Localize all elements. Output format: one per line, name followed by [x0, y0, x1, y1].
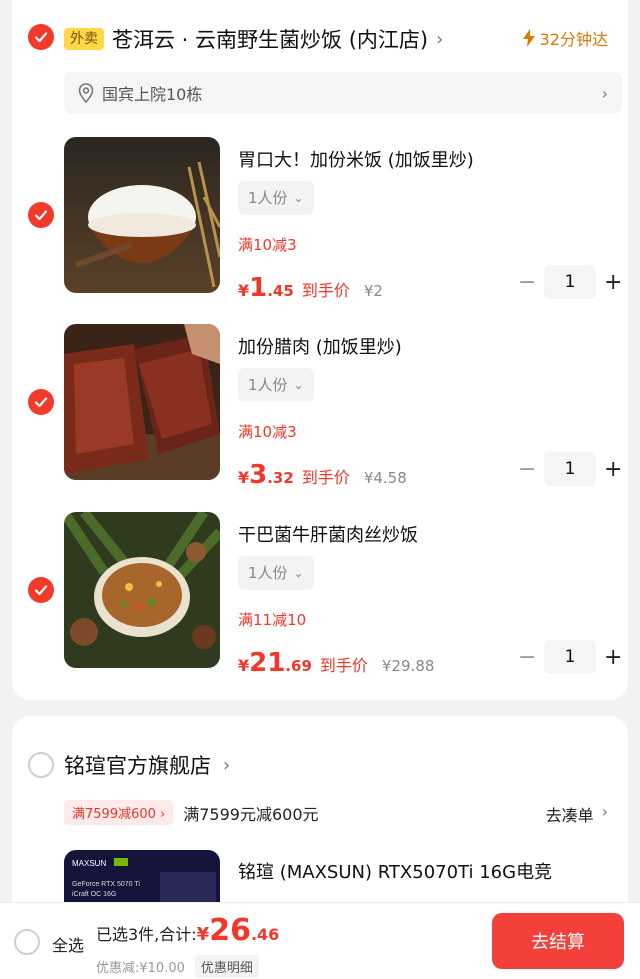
chevron-down-icon: ⌄: [293, 566, 304, 580]
item-name[interactable]: 干巴菌牛肝菌肉丝炒饭: [238, 521, 418, 547]
store-promo-badge[interactable]: 满7599减600 ›: [64, 800, 174, 825]
price-row: ¥3.32 到手价 ¥4.58: [238, 460, 407, 490]
store-checkbox-unchecked[interactable]: [28, 752, 54, 778]
quantity-value[interactable]: 1: [544, 265, 596, 299]
gpu-line1: GeForce RTX 5070 Ti: [72, 881, 140, 888]
price-integer: 1: [249, 273, 268, 303]
chevron-right-icon: ›: [601, 83, 608, 103]
original-price: ¥29.88: [381, 657, 435, 675]
spec-selector[interactable]: 1人份 ⌄: [238, 556, 314, 590]
price-symbol: ¥: [238, 281, 250, 300]
coudan-link[interactable]: 去凑单 ›: [546, 802, 608, 826]
item-name[interactable]: 加份腊肉 (加饭里炒): [238, 333, 402, 359]
price-row: ¥1.45 到手价 ¥2: [238, 273, 383, 303]
item-image-rice[interactable]: [64, 137, 220, 293]
item-name[interactable]: 铭瑄 (MAXSUN) RTX5070Ti 16G电竞: [238, 858, 552, 884]
store-card-1: 外卖 苍洱云 · 云南野生菌炒饭 (内江店) › 32分钟达 国宾上院10栋 ›…: [12, 0, 628, 700]
total-summary: 已选3件,合计: ¥ 26 .46: [96, 913, 279, 948]
price-symbol: ¥: [238, 656, 250, 675]
promo-badge-text: 满7599减600: [72, 807, 156, 822]
select-all-label[interactable]: 全选: [52, 932, 84, 956]
gpu-line2: iCraft OC 16G: [72, 891, 116, 898]
chevron-down-icon: ⌄: [293, 378, 304, 392]
check-icon: [34, 32, 48, 43]
coudan-label: 去凑单: [545, 806, 594, 825]
checkout-bar: 全选 已选3件,合计: ¥ 26 .46 优惠减:¥10.00 优惠明细 去结算: [0, 902, 640, 979]
plus-button[interactable]: +: [604, 645, 622, 670]
item-image-bacon[interactable]: [64, 324, 220, 480]
minus-button[interactable]: −: [518, 457, 536, 482]
checkout-button[interactable]: 去结算: [492, 913, 624, 969]
price-symbol: ¥: [238, 468, 250, 487]
address-bar[interactable]: 国宾上院10栋 ›: [64, 72, 622, 114]
minus-button[interactable]: −: [518, 645, 536, 670]
store-checkbox-checked[interactable]: [28, 24, 54, 50]
quantity-value[interactable]: 1: [544, 452, 596, 486]
total-integer: 26: [209, 913, 251, 948]
eta-text: 32分钟达: [539, 30, 608, 49]
discount-row: 优惠减:¥10.00 优惠明细: [96, 955, 259, 978]
total-symbol: ¥: [196, 924, 210, 945]
chevron-down-icon: ⌄: [293, 191, 304, 205]
chevron-right-icon: ›: [223, 754, 231, 776]
check-icon: [34, 397, 48, 408]
store-promo-desc: 满7599元减600元: [183, 804, 319, 824]
price-tag: 到手价: [319, 656, 368, 675]
store-name[interactable]: 铭瑄官方旗舰店: [64, 750, 211, 780]
spec-label: 1人份: [248, 189, 288, 207]
quantity-stepper: − 1 +: [518, 452, 622, 486]
gpu-brand: MAXSUN: [72, 859, 106, 868]
quantity-stepper: − 1 +: [518, 265, 622, 299]
store-name[interactable]: 苍洱云 · 云南野生菌炒饭 (内江店): [112, 24, 428, 54]
quantity-value[interactable]: 1: [544, 640, 596, 674]
promo-label: 满11减10: [238, 611, 307, 629]
chevron-right-icon: ›: [436, 28, 444, 50]
store-header[interactable]: 铭瑄官方旗舰店 ›: [64, 750, 230, 780]
price-decimal: .32: [267, 469, 294, 487]
price-integer: 21: [249, 648, 286, 678]
quantity-stepper: − 1 +: [518, 640, 622, 674]
item-checkbox-checked[interactable]: [28, 202, 54, 228]
check-icon: [34, 210, 48, 221]
lightning-icon: [522, 29, 535, 47]
store-promo-row: 满7599减600 › 满7599元减600元: [64, 800, 319, 825]
eta: 32分钟达: [522, 26, 608, 50]
item-name[interactable]: 胃口大！加份米饭 (加饭里炒): [238, 146, 474, 172]
price-tag: 到手价: [301, 468, 350, 487]
summary-text: 已选3件,合计:: [96, 925, 197, 944]
spec-selector[interactable]: 1人份 ⌄: [238, 368, 314, 402]
original-price: ¥4.58: [363, 469, 407, 487]
chevron-right-icon: ›: [601, 802, 608, 821]
price-integer: 3: [249, 460, 268, 490]
item-image-fried-rice[interactable]: [64, 512, 220, 668]
item-checkbox-checked[interactable]: [28, 389, 54, 415]
plus-button[interactable]: +: [604, 270, 622, 295]
discount-text: 优惠减:¥10.00: [96, 961, 185, 976]
minus-button[interactable]: −: [518, 270, 536, 295]
price-row: ¥21.69 到手价 ¥29.88: [238, 648, 434, 678]
price-decimal: .45: [267, 282, 294, 300]
store-header[interactable]: 外卖 苍洱云 · 云南野生菌炒饭 (内江店) ›: [64, 24, 443, 54]
location-pin-icon: [78, 83, 94, 103]
plus-button[interactable]: +: [604, 457, 622, 482]
price-tag: 到手价: [301, 281, 350, 300]
promo-label: 满10减3: [238, 236, 297, 254]
total-decimal: .46: [250, 925, 280, 944]
spec-selector[interactable]: 1人份 ⌄: [238, 181, 314, 215]
price-decimal: .69: [285, 657, 312, 675]
check-icon: [34, 585, 48, 596]
promo-label: 满10减3: [238, 423, 297, 441]
spec-label: 1人份: [248, 376, 288, 394]
takeout-badge: 外卖: [64, 28, 104, 50]
spec-label: 1人份: [248, 564, 288, 582]
item-image-gpu[interactable]: MAXSUN GeForce RTX 5070 Ti iCraft OC 16G: [64, 850, 220, 910]
discount-detail-button[interactable]: 优惠明细: [194, 955, 259, 978]
item-checkbox-checked[interactable]: [28, 577, 54, 603]
address-text: 国宾上院10栋: [102, 85, 203, 104]
original-price: ¥2: [363, 282, 383, 300]
select-all-checkbox[interactable]: [14, 929, 40, 955]
